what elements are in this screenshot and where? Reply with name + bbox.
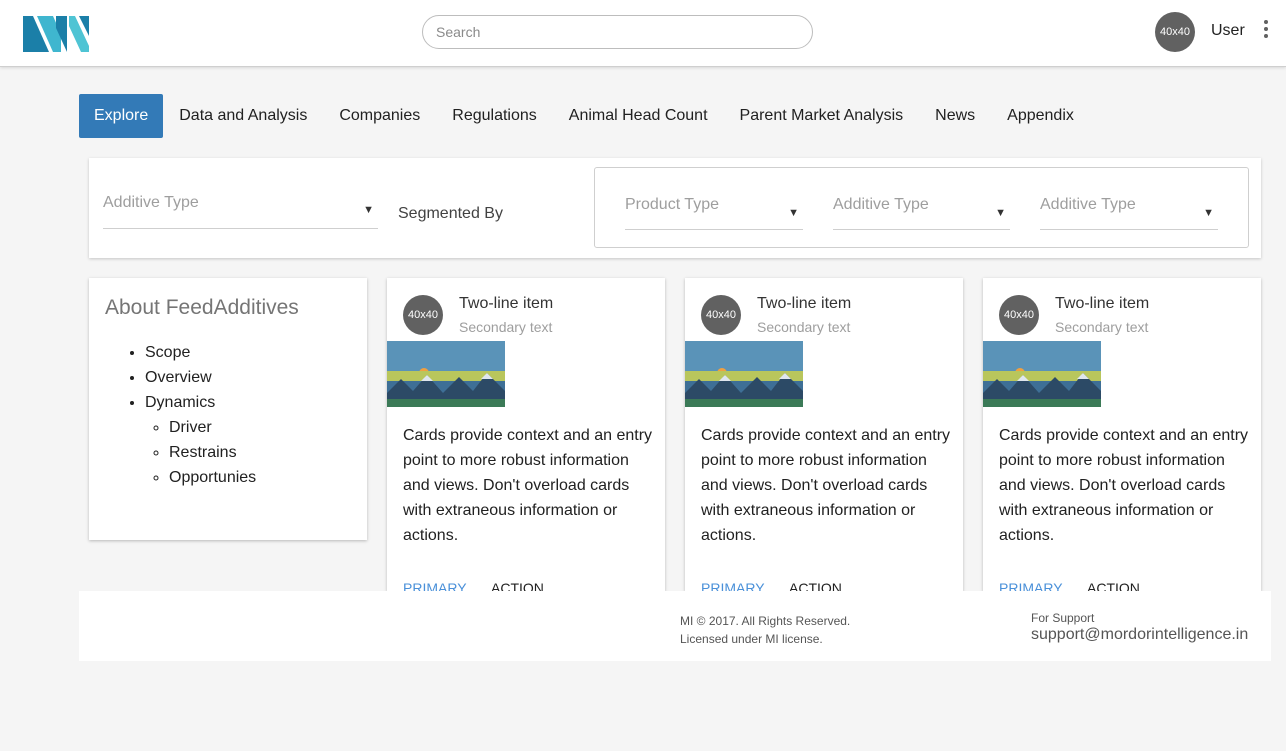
card-avatar: 40x40 xyxy=(701,295,741,335)
segment-select-additive-type[interactable]: Additive Type ▼ xyxy=(833,196,1010,230)
about-sublist: Driver Restrains Opportunies xyxy=(169,415,256,490)
about-item-label: Dynamics xyxy=(145,394,216,411)
card-title: Two-line item xyxy=(459,295,554,312)
dropdown-caret-icon: ▼ xyxy=(363,204,374,216)
tab-animal-head-count[interactable]: Animal Head Count xyxy=(553,94,724,138)
user-name[interactable]: User xyxy=(1211,22,1245,40)
user-avatar[interactable]: 40x40 xyxy=(1155,12,1195,52)
tab-regulations[interactable]: Regulations xyxy=(436,94,553,138)
segment-select-product-type[interactable]: Product Type ▼ xyxy=(625,196,803,230)
search-input[interactable] xyxy=(422,15,813,49)
segmented-by-label: Segmented By xyxy=(398,205,503,222)
footer: MI © 2017. All Rights Reserved. Licensed… xyxy=(79,591,1271,661)
card-body-text: Cards provide context and an entry point… xyxy=(701,427,951,544)
about-subitem-restrains[interactable]: Restrains xyxy=(169,440,256,465)
landscape-image-icon xyxy=(983,341,1101,407)
select-value: Additive Type xyxy=(833,196,929,213)
main-nav-tabs: Explore Data and Analysis Companies Regu… xyxy=(79,94,1090,138)
support-label: For Support xyxy=(1031,611,1095,625)
content-card: 40x40 Two-line item Secondary text Cards… xyxy=(983,278,1261,591)
landscape-image-icon xyxy=(387,341,505,407)
about-card: About FeedAdditives Scope Overview Dynam… xyxy=(89,278,367,540)
card-avatar: 40x40 xyxy=(999,295,1039,335)
dropdown-caret-icon: ▼ xyxy=(788,207,799,219)
copyright-text: MI © 2017. All Rights Reserved. Licensed… xyxy=(680,612,850,648)
card-title: Two-line item xyxy=(1055,295,1150,312)
dropdown-caret-icon: ▼ xyxy=(995,207,1006,219)
tab-explore[interactable]: Explore xyxy=(79,94,164,138)
select-value: Additive Type xyxy=(103,194,199,211)
license-line: Licensed under MI license. xyxy=(680,632,823,646)
tab-appendix[interactable]: Appendix xyxy=(991,94,1090,138)
about-item-overview[interactable]: Overview xyxy=(145,365,256,390)
primary-button[interactable]: PRIMARY xyxy=(999,580,1063,591)
select-value: Product Type xyxy=(625,196,719,213)
about-subitem-opportunies[interactable]: Opportunies xyxy=(169,465,256,490)
about-subitem-driver[interactable]: Driver xyxy=(169,415,256,440)
primary-button[interactable]: PRIMARY xyxy=(701,580,765,591)
filter-panel: Additive Type ▼ Segmented By Product Typ… xyxy=(89,158,1261,258)
card-body-text: Cards provide context and an entry point… xyxy=(999,427,1249,544)
about-item-dynamics[interactable]: Dynamics Driver Restrains Opportunies xyxy=(145,390,256,490)
action-button[interactable]: ACTION xyxy=(1087,580,1140,591)
about-title: About FeedAdditives xyxy=(105,296,299,319)
primary-button[interactable]: PRIMARY xyxy=(403,580,467,591)
card-title: Two-line item xyxy=(757,295,852,312)
support-email-link[interactable]: support@mordorintelligence.in xyxy=(1031,626,1248,644)
content-card: 40x40 Two-line item Secondary text Cards… xyxy=(685,278,963,591)
tab-data-and-analysis[interactable]: Data and Analysis xyxy=(163,94,323,138)
logo-icon[interactable] xyxy=(23,16,89,52)
top-app-bar: 40x40 User xyxy=(0,0,1286,67)
action-button[interactable]: ACTION xyxy=(491,580,544,591)
about-item-scope[interactable]: Scope xyxy=(145,340,256,365)
copyright-line: MI © 2017. All Rights Reserved. xyxy=(680,614,851,628)
about-list: Scope Overview Dynamics Driver Restrains… xyxy=(145,340,256,490)
card-avatar: 40x40 xyxy=(403,295,443,335)
dropdown-caret-icon: ▼ xyxy=(1203,207,1214,219)
content-card: 40x40 Two-line item Secondary text Cards… xyxy=(387,278,665,591)
card-subtitle: Secondary text xyxy=(1055,319,1149,335)
card-subtitle: Secondary text xyxy=(757,319,851,335)
segment-group: Product Type ▼ Additive Type ▼ Additive … xyxy=(594,167,1249,248)
action-button[interactable]: ACTION xyxy=(789,580,842,591)
card-subtitle: Secondary text xyxy=(459,319,553,335)
tab-companies[interactable]: Companies xyxy=(323,94,436,138)
select-value: Additive Type xyxy=(1040,196,1136,213)
tab-news[interactable]: News xyxy=(919,94,991,138)
card-body-text: Cards provide context and an entry point… xyxy=(403,427,653,544)
kebab-menu-icon[interactable] xyxy=(1259,19,1273,41)
tab-parent-market-analysis[interactable]: Parent Market Analysis xyxy=(724,94,920,138)
additive-type-select[interactable]: Additive Type ▼ xyxy=(103,194,378,229)
landscape-image-icon xyxy=(685,341,803,407)
segment-select-additive-type-2[interactable]: Additive Type ▼ xyxy=(1040,196,1218,230)
